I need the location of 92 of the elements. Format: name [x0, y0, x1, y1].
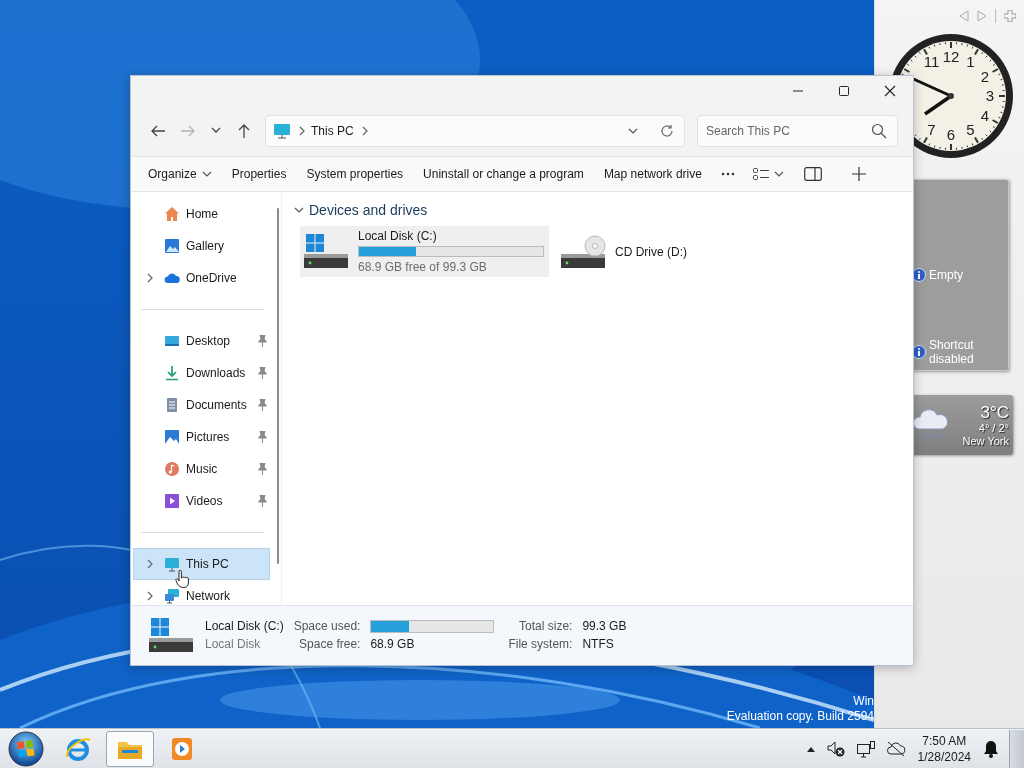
clock-numeral: 12 — [942, 48, 960, 65]
city-name: New York — [962, 434, 1009, 448]
chevron-right-icon[interactable] — [145, 273, 153, 283]
chevron-down-icon — [201, 169, 212, 179]
clock-numeral: 5 — [966, 120, 975, 138]
pin-icon — [257, 431, 267, 443]
panel-icon[interactable] — [803, 167, 822, 181]
sidebar-item[interactable]: Gallery — [133, 230, 270, 262]
command-button[interactable]: Organize — [139, 161, 221, 187]
computer-icon — [273, 123, 291, 139]
computer-icon — [164, 556, 180, 572]
cloud-offline-icon[interactable] — [885, 739, 906, 758]
video-icon — [164, 493, 180, 509]
up-arrow-icon[interactable] — [236, 123, 252, 139]
item-type: Local Disk — [205, 638, 262, 651]
clock-numeral: 2 — [980, 67, 989, 85]
slideshow-message: Shortcut disabled — [929, 338, 975, 366]
clock-numeral: 4 — [980, 106, 989, 124]
pin-icon — [257, 367, 267, 379]
sidebar-item[interactable]: Network — [133, 580, 270, 612]
clock-button[interactable]: 7:50 AM 1/28/2024 — [915, 732, 973, 765]
field-label: Space used: — [293, 620, 361, 633]
add-icon[interactable] — [851, 167, 866, 181]
temperature-range: 4° / 2° — [977, 421, 1009, 435]
field-value: 99.3 GB — [582, 620, 628, 633]
taskbar-button[interactable] — [106, 730, 154, 767]
drive-tile[interactable]: Local Disk (C:) 68.9 GB free of 99.3 GB — [300, 226, 549, 277]
clock-numeral: 7 — [927, 120, 936, 138]
download-icon — [164, 365, 180, 381]
group-header[interactable]: Devices and drives — [292, 200, 903, 220]
image-icon — [164, 429, 180, 445]
chevron-down-icon — [773, 169, 784, 179]
build-notice: Evaluation copy. Build 2594 — [726, 709, 874, 724]
field-label: File system: — [508, 638, 573, 651]
music-icon — [164, 461, 180, 477]
search-field[interactable]: Search This PC — [697, 115, 898, 147]
sidebar-item[interactable]: Downloads — [133, 357, 270, 389]
pin-icon — [257, 463, 267, 475]
field-label: Space free: — [299, 638, 361, 651]
clock-numeral: 11 — [923, 53, 940, 71]
sidebar-item[interactable]: Home — [133, 198, 270, 230]
chevron-down-icon — [294, 205, 304, 215]
back-icon[interactable] — [150, 123, 166, 139]
bell-icon[interactable] — [983, 739, 999, 758]
pin-icon — [257, 335, 267, 347]
pin-icon — [257, 399, 267, 411]
gallery-icon — [164, 238, 180, 254]
hand-cursor-icon — [175, 570, 189, 588]
command-button[interactable]: System properties — [297, 161, 413, 187]
scrollbar-thumb[interactable] — [277, 208, 279, 564]
sidebar-item[interactable]: OneDrive — [133, 262, 270, 294]
address-bar[interactable]: This PC — [265, 115, 685, 147]
caret-up-icon[interactable] — [805, 745, 816, 752]
drive-tile[interactable]: CD Drive (D:) — [557, 226, 806, 277]
build-notice: Win — [852, 694, 874, 709]
document-icon — [164, 397, 180, 413]
clock-numeral: 3 — [985, 87, 995, 104]
close-icon[interactable] — [884, 85, 896, 97]
field-value: 68.9 GB — [370, 638, 416, 651]
clock-numeral: 6 — [946, 126, 956, 143]
start-button[interactable] — [8, 730, 44, 767]
command-button[interactable]: Uninstall or change a program — [414, 161, 593, 187]
search-icon[interactable] — [871, 123, 887, 139]
command-button[interactable]: Map network drive — [594, 161, 711, 187]
network-icon[interactable] — [855, 739, 876, 758]
desktop-icon — [164, 333, 180, 349]
temperature: 3°C — [979, 402, 1009, 422]
refresh-icon[interactable] — [660, 124, 674, 138]
field-label: Total size: — [519, 620, 573, 633]
chevron-down-icon[interactable] — [628, 126, 638, 136]
slideshow-message: Empty — [929, 268, 964, 282]
home-icon — [164, 206, 180, 222]
network-icon — [164, 588, 180, 604]
more-icon[interactable] — [720, 172, 735, 176]
sidebar-item[interactable]: Pictures — [133, 421, 270, 453]
chevron-right-icon[interactable] — [145, 591, 153, 601]
chevron-right-icon — [297, 126, 305, 136]
item-name: Local Disk (C:) — [205, 620, 284, 633]
clock-numeral: 1 — [966, 53, 975, 71]
list-view-icon — [752, 168, 769, 180]
pin-icon — [257, 495, 267, 507]
field-value: NTFS — [582, 638, 615, 651]
speaker-muted-icon[interactable] — [825, 739, 846, 758]
sidebar-item[interactable]: Desktop — [133, 325, 270, 357]
chevron-right-icon[interactable] — [145, 559, 153, 569]
command-button[interactable]: Properties — [222, 161, 296, 187]
sidebar-item[interactable]: Videos — [133, 485, 270, 517]
sidebar-item[interactable]: This PC — [133, 548, 270, 580]
sidebar-item[interactable]: Music — [133, 453, 270, 485]
breadcrumb-item[interactable]: This PC — [311, 124, 354, 138]
sidebar-item[interactable]: Documents — [133, 389, 270, 421]
maximize-icon[interactable] — [838, 85, 850, 97]
